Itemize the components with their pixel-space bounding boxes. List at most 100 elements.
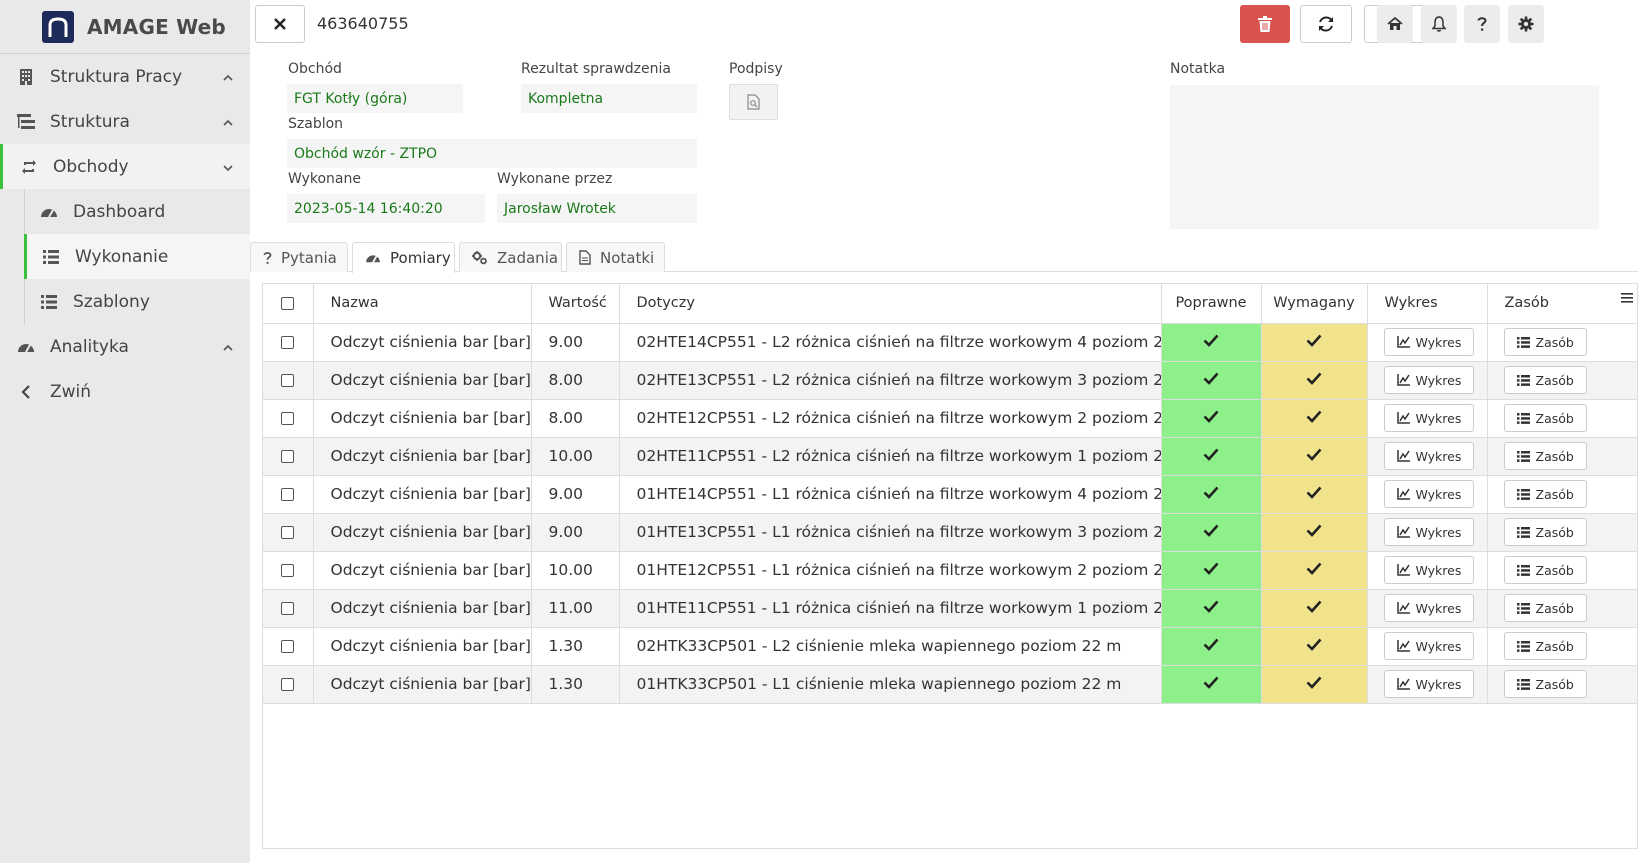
tab-pytania[interactable]: Pytania	[250, 242, 348, 272]
check-icon	[1306, 410, 1322, 423]
row-checkbox[interactable]	[281, 678, 295, 691]
resource-button[interactable]: Zasób	[1503, 594, 1587, 622]
table-row[interactable]: Odczyt ciśnienia bar [bar] 10.00 02HTE11CP…	[263, 437, 1637, 476]
delete-button[interactable]	[1240, 5, 1290, 43]
row-checkbox[interactable]	[281, 412, 295, 425]
column-header-dotyczy[interactable]: Dotyczy	[619, 284, 1162, 324]
signatures-button[interactable]	[729, 84, 778, 120]
sidebar: AMAGE Web Struktura Pracy Struktura Obch…	[0, 0, 250, 863]
sidebar-item-szablony[interactable]: Szablony	[25, 279, 250, 324]
cell-dotyczy: 02HTE12CP551 - L2 różnica ciśnień na fil…	[619, 399, 1162, 438]
chart-button[interactable]: Wykres	[1383, 632, 1475, 660]
chevron-up-icon	[222, 339, 234, 359]
help-button[interactable]	[1464, 5, 1500, 43]
table-row[interactable]: Odczyt ciśnienia bar [bar] 8.00 02HTE13CP5…	[263, 361, 1637, 400]
row-select-cell	[263, 399, 314, 438]
resource-button[interactable]: Zasób	[1503, 480, 1587, 508]
sidebar-item-analityka[interactable]: Analityka	[0, 324, 250, 369]
column-header-zasob[interactable]: Zasób	[1487, 284, 1637, 324]
cell-wykres: Wykres	[1367, 437, 1488, 476]
column-header-nazwa[interactable]: Nazwa	[313, 284, 532, 324]
chart-icon	[1396, 564, 1410, 576]
row-checkbox[interactable]	[281, 374, 295, 387]
chart-button[interactable]: Wykres	[1383, 556, 1475, 584]
table-row[interactable]: Odczyt ciśnienia bar [bar] 9.00 02HTE14CP5…	[263, 323, 1637, 362]
resource-button[interactable]: Zasób	[1503, 670, 1587, 698]
home-button[interactable]	[1377, 5, 1413, 43]
chart-button[interactable]: Wykres	[1383, 480, 1475, 508]
table-row[interactable]: Odczyt ciśnienia bar [bar] 9.00 01HTE14CP5…	[263, 475, 1637, 514]
cell-nazwa: Odczyt ciśnienia bar [bar]	[313, 589, 532, 628]
chevron-up-icon	[222, 69, 234, 89]
tab-zadania[interactable]: Zadania	[459, 242, 562, 272]
row-checkbox[interactable]	[281, 602, 295, 615]
column-header-poprawne[interactable]: Poprawne	[1161, 284, 1262, 324]
chart-button[interactable]: Wykres	[1383, 366, 1475, 394]
resource-button[interactable]: Zasób	[1503, 442, 1587, 470]
row-checkbox[interactable]	[281, 640, 295, 653]
table-row[interactable]: Odczyt ciśnienia bar [bar] 10.00 01HTE12CP…	[263, 551, 1637, 590]
list-icon	[1516, 678, 1530, 690]
settings-button[interactable]	[1508, 5, 1544, 43]
cell-wartosc: 9.00	[531, 323, 620, 362]
sidebar-item-dashboard[interactable]: Dashboard	[25, 189, 250, 234]
column-header-wartosc[interactable]: Wartość	[531, 284, 620, 324]
chart-button[interactable]: Wykres	[1383, 518, 1475, 546]
gear-icon	[1518, 16, 1534, 32]
check-icon	[1306, 448, 1322, 461]
chart-icon	[1396, 602, 1410, 614]
main-content: 463640755 Obchód FGT Kotły (góra) i Rezu…	[250, 0, 1638, 863]
chevron-down-icon	[222, 159, 234, 179]
row-select-cell	[263, 323, 314, 362]
chart-icon	[1396, 640, 1410, 652]
table-row[interactable]: Odczyt ciśnienia bar [bar] 1.30 01HTK33CP5…	[263, 665, 1637, 704]
app-logo[interactable]: AMAGE Web	[0, 0, 250, 54]
row-checkbox[interactable]	[281, 564, 295, 577]
chart-button[interactable]: Wykres	[1383, 328, 1475, 356]
resource-button[interactable]: Zasób	[1503, 366, 1587, 394]
tab-pomiary[interactable]: Pomiary	[352, 242, 455, 273]
tab-notatki[interactable]: Notatki	[566, 242, 665, 272]
sidebar-item-struktura[interactable]: Struktura	[0, 99, 250, 144]
refresh-button[interactable]	[1300, 5, 1352, 43]
chart-icon	[1396, 488, 1410, 500]
sidebar-item-collapse[interactable]: Zwiń	[0, 369, 250, 414]
row-checkbox[interactable]	[281, 526, 295, 539]
table-row[interactable]: Odczyt ciśnienia bar [bar] 11.00 01HTE11CP…	[263, 589, 1637, 628]
note-field[interactable]	[1170, 85, 1599, 229]
resource-button[interactable]: Zasób	[1503, 518, 1587, 546]
resource-button[interactable]: Zasób	[1503, 556, 1587, 584]
notifications-button[interactable]	[1421, 5, 1457, 43]
list-icon	[1516, 564, 1530, 576]
check-icon	[1203, 486, 1219, 499]
cell-poprawne	[1161, 437, 1262, 476]
row-checkbox[interactable]	[281, 336, 295, 349]
cell-zasob: Zasób	[1487, 589, 1637, 628]
table-row[interactable]: Odczyt ciśnienia bar [bar] 1.30 02HTK33CP5…	[263, 627, 1637, 666]
check-icon	[1306, 562, 1322, 575]
chart-button[interactable]: Wykres	[1383, 442, 1475, 470]
list-icon	[1516, 412, 1530, 424]
select-all-checkbox[interactable]	[281, 296, 295, 310]
column-menu-button[interactable]	[1617, 284, 1637, 312]
chart-button[interactable]: Wykres	[1383, 670, 1475, 698]
chart-icon	[1396, 374, 1410, 386]
chart-button[interactable]: Wykres	[1383, 404, 1475, 432]
row-checkbox[interactable]	[281, 488, 295, 501]
table-row[interactable]: Odczyt ciśnienia bar [bar] 9.00 01HTE13CP5…	[263, 513, 1637, 552]
row-checkbox[interactable]	[281, 450, 295, 463]
column-header-wykres[interactable]: Wykres	[1367, 284, 1488, 324]
close-button[interactable]	[255, 5, 305, 43]
resource-button[interactable]: Zasób	[1503, 328, 1587, 356]
table-row[interactable]: Odczyt ciśnienia bar [bar] 8.00 02HTE12CP5…	[263, 399, 1637, 438]
resource-button[interactable]: Zasób	[1503, 404, 1587, 432]
sidebar-item-obchody[interactable]: Obchody	[0, 144, 250, 189]
sidebar-item-struktura-pracy[interactable]: Struktura Pracy	[0, 54, 250, 99]
sidebar-item-wykonanie[interactable]: Wykonanie	[24, 234, 250, 279]
row-select-cell	[263, 475, 314, 514]
list-icon	[1516, 640, 1530, 652]
home-icon	[1387, 17, 1403, 30]
chart-button[interactable]: Wykres	[1383, 594, 1475, 622]
column-header-wymagany[interactable]: Wymagany	[1261, 284, 1368, 324]
resource-button[interactable]: Zasób	[1503, 632, 1587, 660]
